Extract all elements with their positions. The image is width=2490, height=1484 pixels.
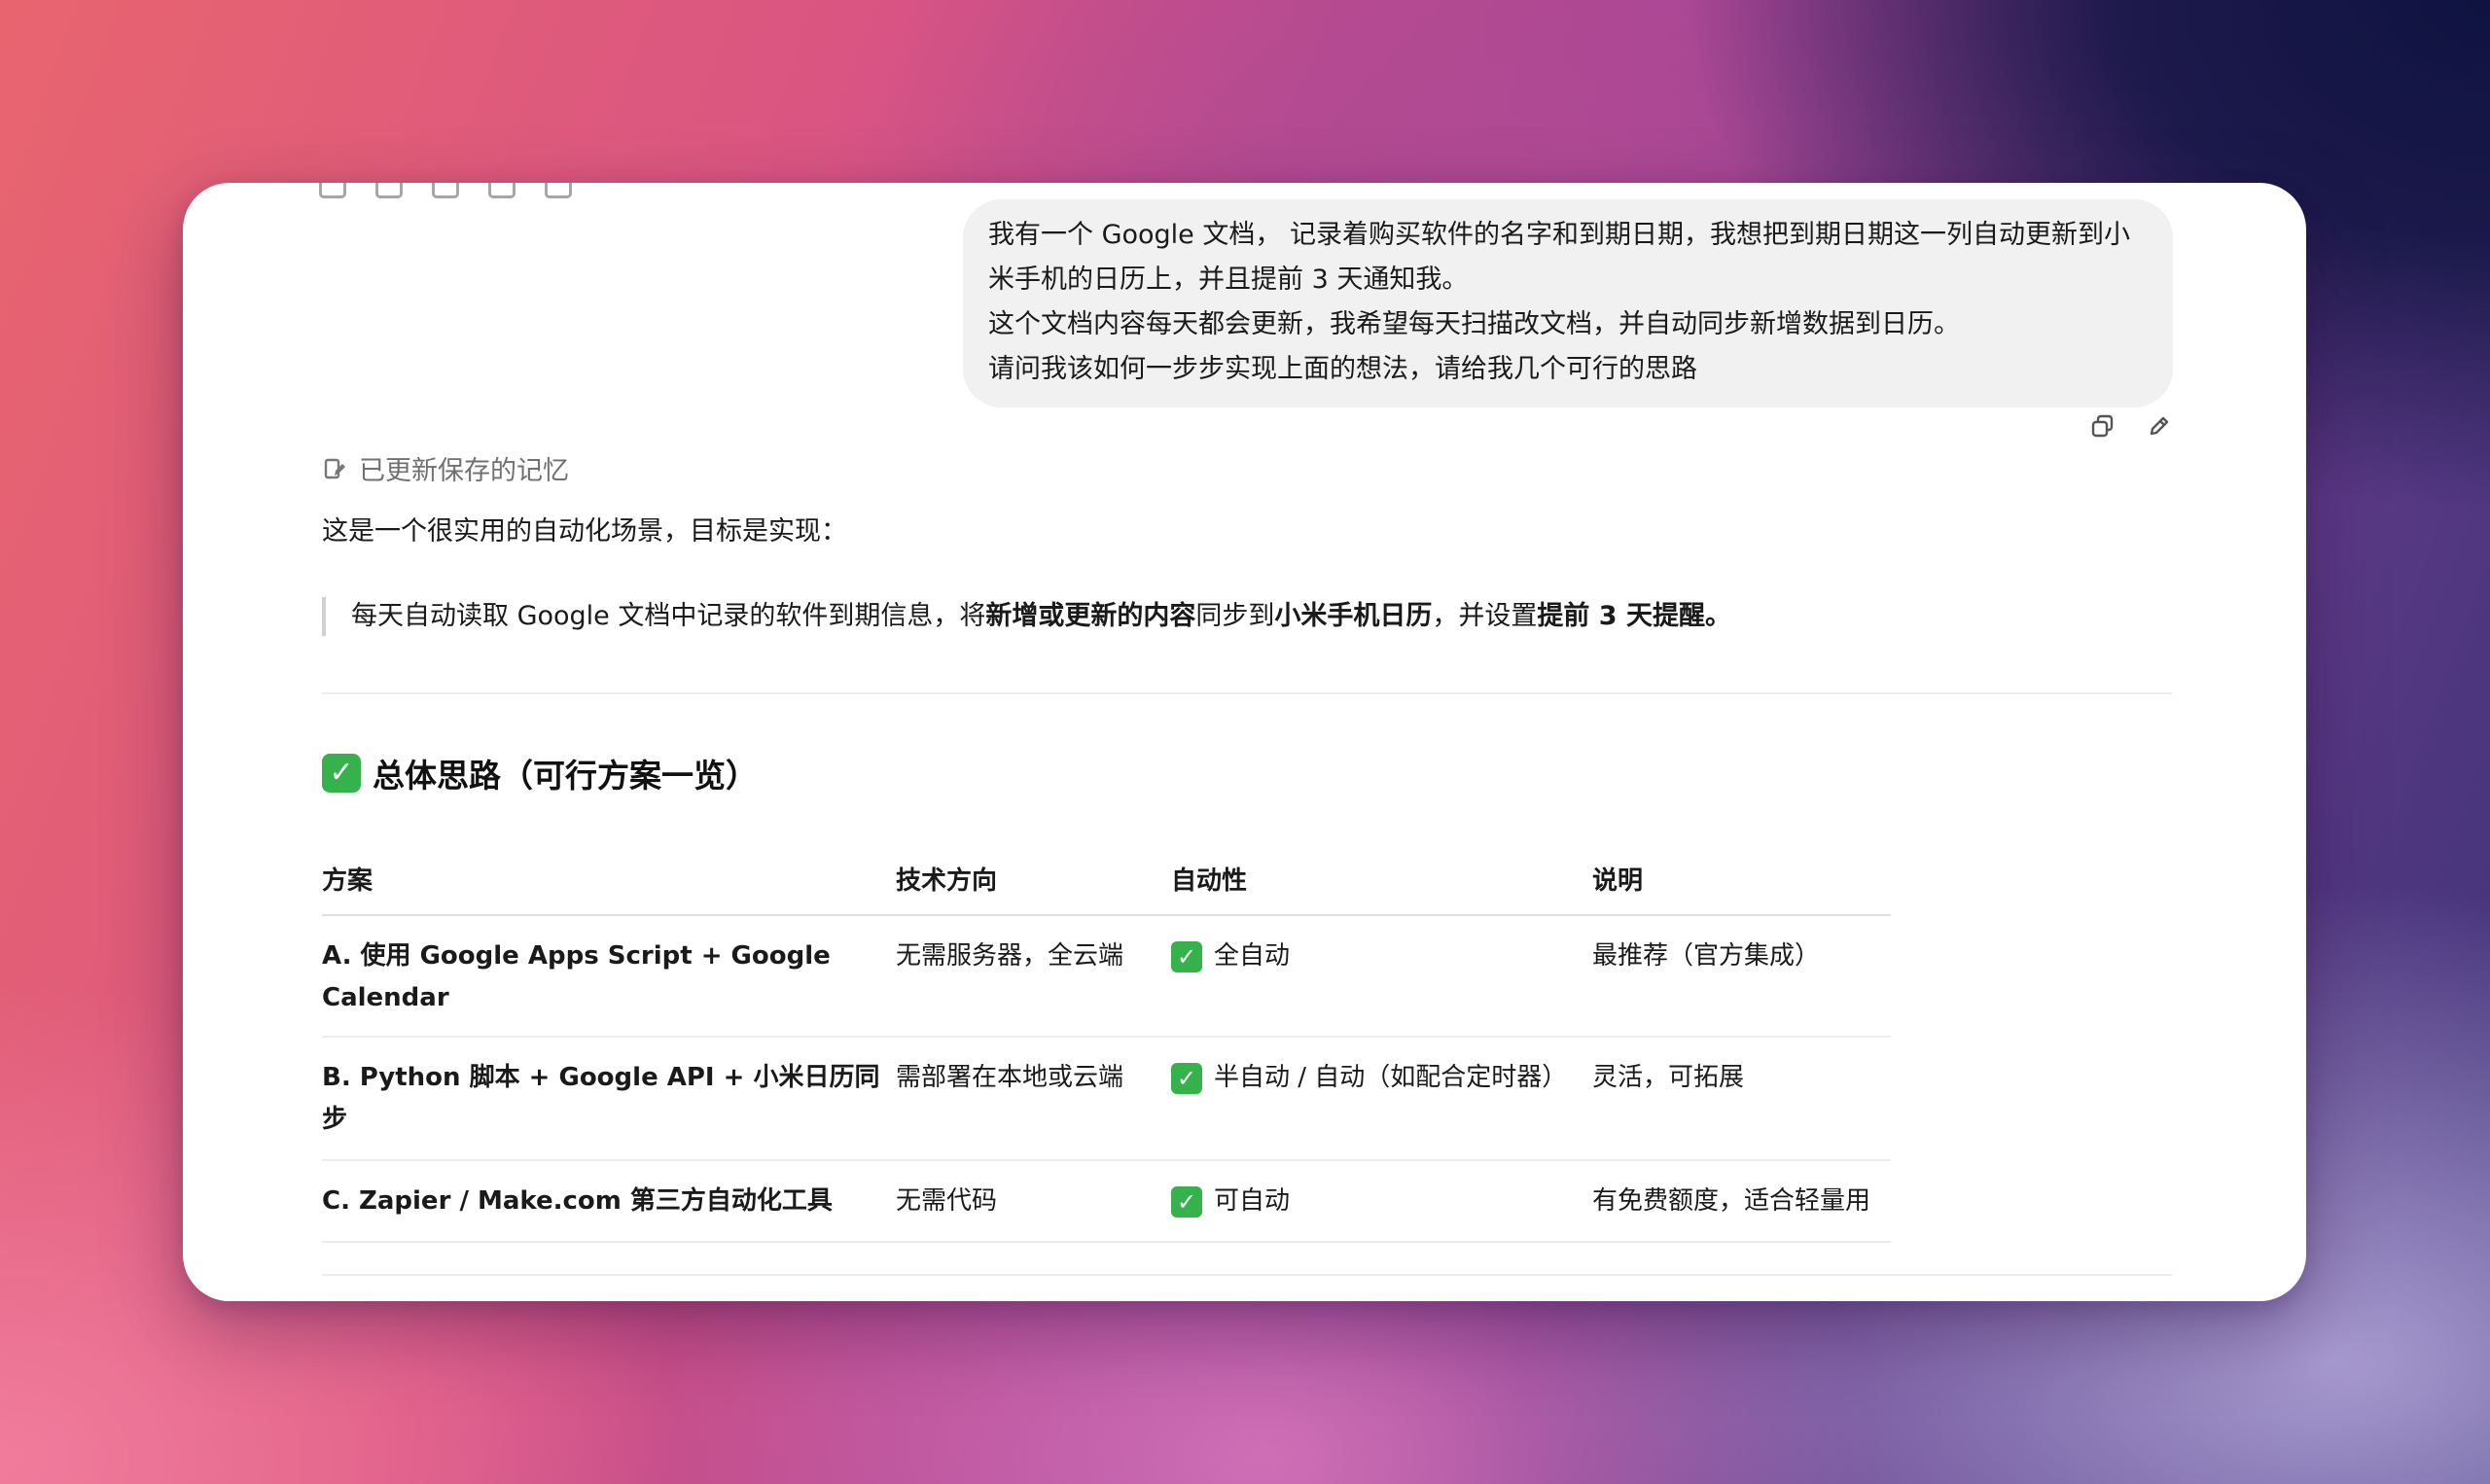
auto-text: 半自动 / 自动（如配合定时器） — [1214, 1063, 1568, 1092]
quote-text: 每天自动读取 Google 文档中记录的软件到期信息，将 — [351, 601, 986, 631]
thumbs-up-icon[interactable] — [375, 183, 403, 198]
check-mark-icon: ✓ — [1171, 1062, 1202, 1094]
memory-updated-notice[interactable]: 已更新保存的记忆 — [322, 449, 569, 487]
section-heading: ✓ 总体思路（可行方案一览） — [322, 750, 758, 796]
quote-bold: 小米手机日历 — [1274, 601, 1433, 631]
note-cell: 有免费额度，适合轻量用 — [1592, 1160, 1891, 1243]
speaker-icon[interactable] — [488, 183, 516, 198]
memory-label: 已更新保存的记忆 — [359, 456, 569, 486]
auto-cell: ✓ 可自动 — [1171, 1160, 1592, 1243]
tech-cell: 需部署在本地或云端 — [896, 1037, 1171, 1161]
table-header-cell: 说明 — [1592, 842, 1891, 916]
note-cell: 灵活，可拓展 — [1592, 1037, 1891, 1161]
edit-icon — [2150, 416, 2169, 436]
user-message-actions — [2089, 412, 2173, 440]
tech-cell: 无需服务器，全云端 — [896, 915, 1171, 1038]
memory-icon — [324, 458, 345, 478]
plan-cell: A. 使用 Google Apps Script + Google Calend… — [322, 915, 896, 1038]
user-message-line: 请问我该如何一步步实现上面的想法，请给我几个可行的思路 — [988, 354, 1697, 384]
plan-name: A. 使用 Google Apps Script + Google — [322, 941, 831, 971]
check-mark-icon: ✓ — [1171, 1185, 1202, 1218]
table-row: B. Python 脚本 + Google API + 小米日历同步 需部署在本… — [322, 1037, 1891, 1161]
plan-cell: C. Zapier / Make.com 第三方自动化工具 — [322, 1160, 896, 1243]
thumbs-down-icon[interactable] — [432, 183, 459, 198]
plan-name: Calendar — [322, 983, 449, 1012]
user-message-bubble: 我有一个 Google 文档， 记录着购买软件的名字和到期日期，我想把到期日期这… — [963, 199, 2173, 407]
quote-bold: 新增或更新的内容 — [985, 601, 1196, 631]
regenerate-icon[interactable] — [545, 183, 572, 198]
plan-name: B. Python 脚本 + Google API + 小米日历同步 — [322, 1063, 880, 1134]
copy-icon[interactable] — [319, 183, 346, 198]
goal-blockquote: 每天自动读取 Google 文档中记录的软件到期信息，将新增或更新的内容同步到小… — [322, 597, 1731, 636]
table-header-row: 方案 技术方向 自动性 说明 — [322, 842, 1891, 916]
table-row: A. 使用 Google Apps Script + Google Calend… — [322, 915, 1891, 1038]
plan-name: C. Zapier / Make.com 第三方自动化工具 — [322, 1186, 833, 1216]
plans-table: 方案 技术方向 自动性 说明 A. 使用 Google Apps Script … — [322, 842, 1891, 1243]
check-mark-icon: ✓ — [1171, 940, 1202, 972]
quote-text: 同步到 — [1195, 601, 1275, 631]
table-row: C. Zapier / Make.com 第三方自动化工具 无需代码 ✓ 可自动… — [322, 1160, 1891, 1243]
user-message-line: 米手机的日历上，并且提前 3 天通知我。 — [988, 265, 1469, 295]
copy-icon — [2091, 414, 2114, 438]
quote-text: ，并设置 — [1432, 601, 1538, 631]
auto-cell: ✓ 全自动 — [1171, 915, 1592, 1038]
section-divider — [322, 692, 2172, 694]
tech-cell: 无需代码 — [896, 1160, 1171, 1243]
table-header-cell: 技术方向 — [896, 842, 1171, 916]
auto-text: 全自动 — [1214, 941, 1291, 971]
auto-text: 可自动 — [1214, 1186, 1291, 1216]
chat-window: 我有一个 Google 文档， 记录着购买软件的名字和到期日期，我想把到期日期这… — [183, 183, 2306, 1301]
auto-cell: ✓ 半自动 / 自动（如配合定时器） — [1171, 1037, 1592, 1161]
note-cell: 最推荐（官方集成） — [1592, 915, 1891, 1038]
plan-cell: B. Python 脚本 + Google API + 小米日历同步 — [322, 1037, 896, 1161]
user-message-line: 这个文档内容每天都会更新，我希望每天扫描改文档，并自动同步新增数据到日历。 — [988, 309, 1960, 339]
section-heading-text: 总体思路（可行方案一览） — [373, 757, 758, 795]
quote-bold: 提前 3 天提醒。 — [1537, 601, 1731, 631]
user-message-line: 我有一个 Google 文档， 记录着购买软件的名字和到期日期，我想把到期日期这… — [988, 220, 2130, 250]
table-header-cell: 自动性 — [1171, 842, 1592, 916]
copy-button[interactable] — [2089, 412, 2116, 440]
check-mark-icon: ✓ — [322, 754, 361, 793]
section-divider — [322, 1274, 2172, 1276]
previous-message-toolbar — [319, 183, 572, 198]
assistant-intro-text: 这是一个很实用的自动化场景，目标是实现： — [322, 516, 847, 547]
edit-message-button[interactable] — [2146, 412, 2173, 440]
table-header-cell: 方案 — [322, 842, 896, 916]
